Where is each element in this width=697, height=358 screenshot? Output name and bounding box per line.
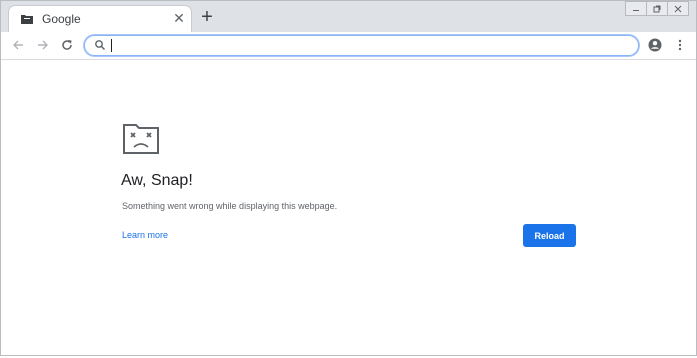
more-vert-icon bbox=[678, 39, 682, 51]
reload-page-button[interactable]: Reload bbox=[523, 224, 576, 247]
tab-google[interactable]: Google ✕ bbox=[9, 6, 191, 32]
menu-button[interactable] bbox=[672, 37, 688, 53]
window-controls bbox=[625, 1, 689, 16]
account-icon bbox=[648, 38, 662, 52]
search-icon bbox=[95, 40, 106, 51]
minimize-icon bbox=[633, 9, 639, 11]
tab-close-icon[interactable]: ✕ bbox=[172, 11, 186, 25]
tab-strip: Google ✕ + bbox=[1, 1, 696, 32]
account-button[interactable] bbox=[647, 37, 663, 53]
omnibox[interactable] bbox=[84, 35, 639, 56]
restore-icon bbox=[653, 5, 661, 12]
page-content: Aw, Snap! Something went wrong while dis… bbox=[1, 60, 696, 355]
browser-window: Google ✕ + Aw, Snap! Something went wron… bbox=[0, 0, 697, 356]
forward-arrow-icon bbox=[38, 40, 48, 50]
address-input[interactable] bbox=[110, 37, 630, 53]
window-close-button[interactable] bbox=[667, 1, 689, 16]
forward-button[interactable] bbox=[35, 37, 51, 53]
toolbar bbox=[1, 32, 696, 60]
sad-tab-icon bbox=[123, 124, 159, 154]
new-tab-button[interactable]: + bbox=[198, 7, 216, 27]
back-button[interactable] bbox=[10, 37, 26, 53]
error-title: Aw, Snap! bbox=[121, 172, 193, 189]
tab-title: Google bbox=[42, 12, 81, 26]
window-bottom-edge bbox=[0, 355, 697, 356]
text-cursor bbox=[111, 39, 112, 52]
learn-more-link[interactable]: Learn more bbox=[122, 230, 168, 240]
restore-button[interactable] bbox=[646, 1, 668, 16]
error-message: Something went wrong while displaying th… bbox=[122, 201, 338, 211]
reload-button[interactable] bbox=[59, 37, 75, 53]
back-arrow-icon bbox=[13, 40, 23, 50]
close-icon bbox=[674, 5, 682, 12]
reload-icon bbox=[62, 40, 72, 50]
minimize-button[interactable] bbox=[625, 1, 647, 16]
folder-icon bbox=[21, 15, 33, 24]
